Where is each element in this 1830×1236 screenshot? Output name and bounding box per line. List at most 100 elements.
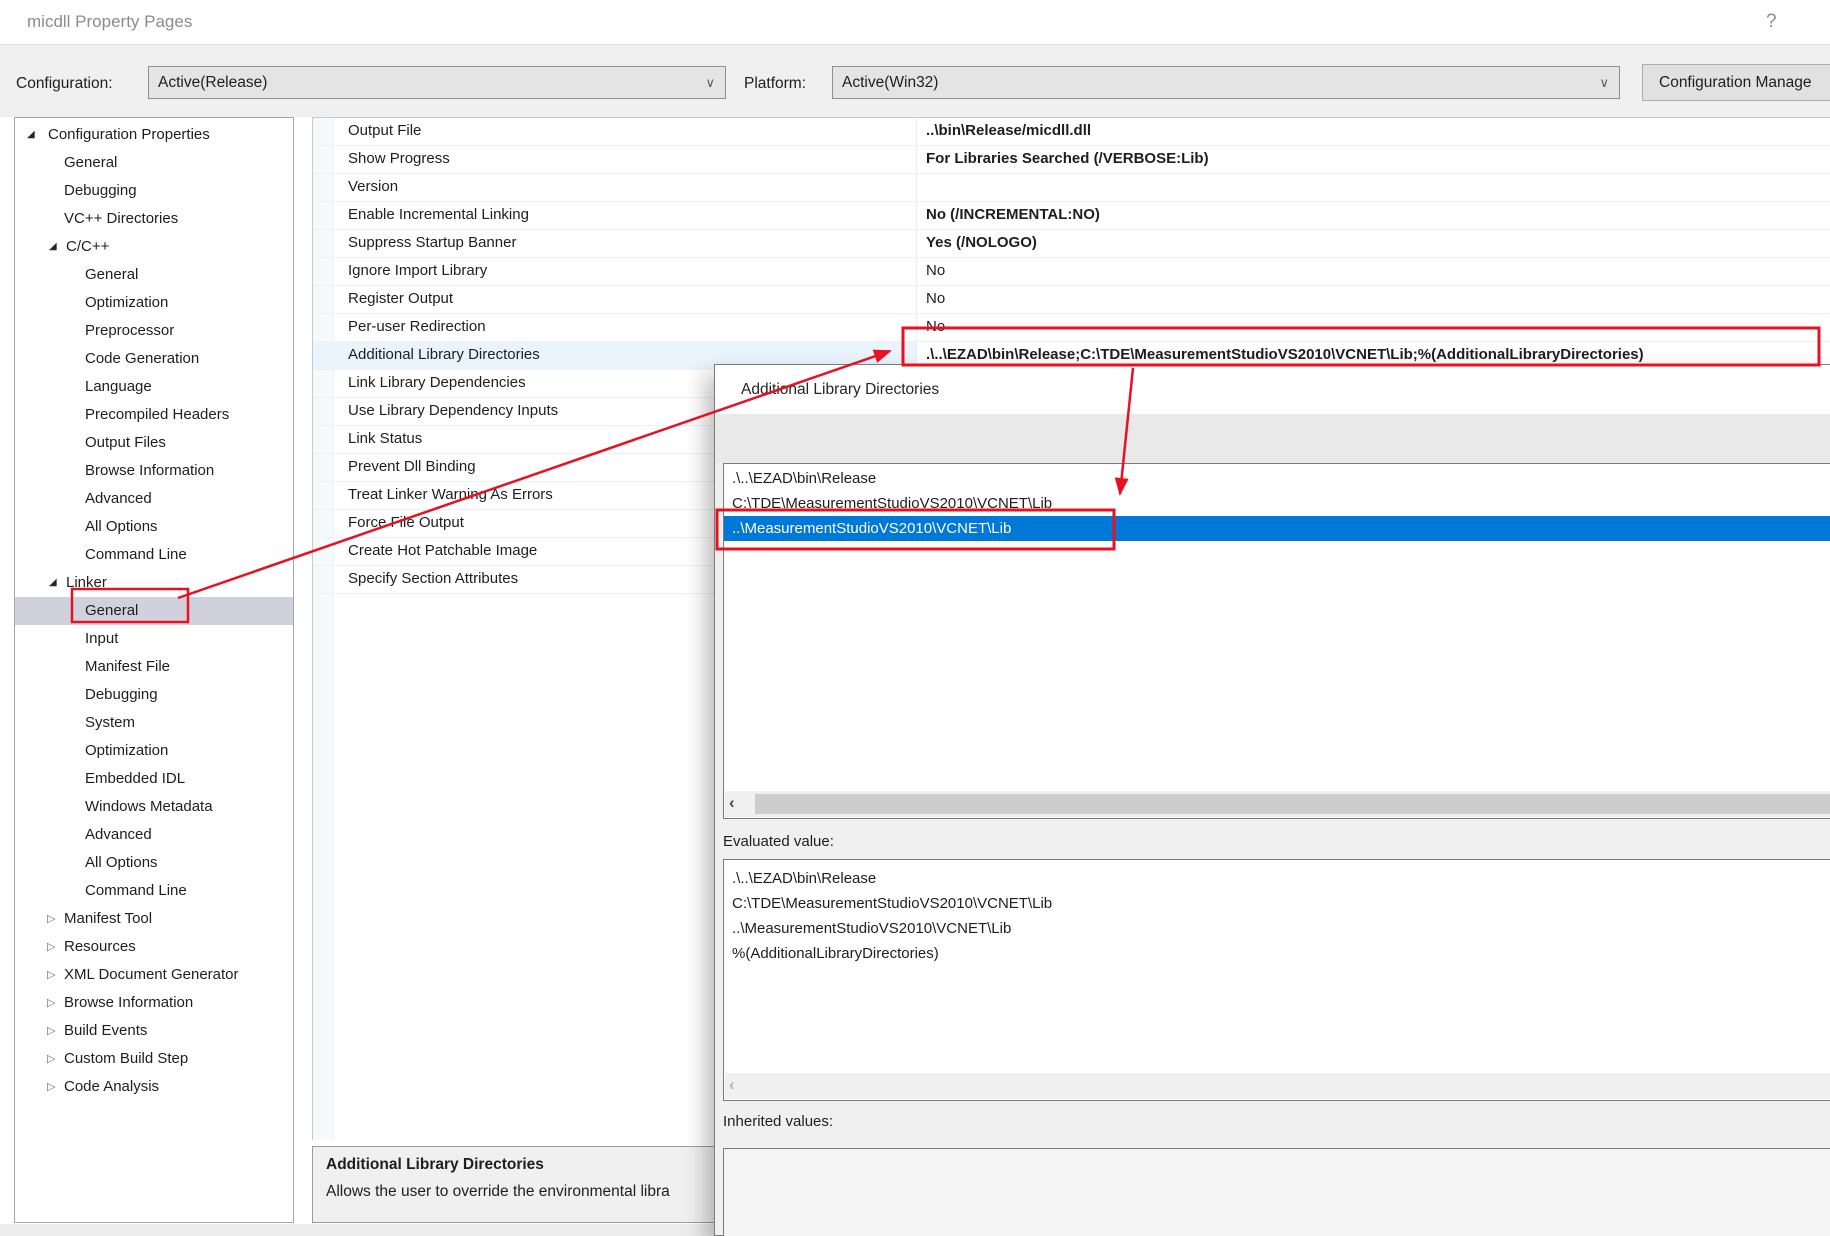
expander-open-icon[interactable]: ◢ [27, 121, 35, 149]
dialog-toolbar-band [715, 414, 1830, 463]
platform-dropdown-value: Active(Win32) [842, 67, 938, 98]
property-name[interactable]: Version [313, 174, 916, 201]
property-row-output-file: Output File..\bin\Release/micdll.dll [313, 118, 1830, 146]
property-value[interactable] [916, 174, 1830, 201]
sidebar-item-system[interactable]: System [15, 709, 293, 737]
sidebar-item-c-cpp-general[interactable]: General [15, 261, 293, 289]
sidebar-item-browse-information-2[interactable]: ▷Browse Information [15, 989, 293, 1017]
horizontal-scrollbar[interactable]: ‹ [725, 791, 1830, 817]
expander-open-icon[interactable]: ◢ [49, 233, 57, 261]
sidebar-item-manifest-file[interactable]: Manifest File [15, 653, 293, 681]
configuration-bar: Configuration: Active(Release) ∨ Platfor… [0, 45, 1830, 117]
sidebar-item-c-cpp[interactable]: ◢C/C++ [15, 233, 293, 261]
property-value[interactable]: No [916, 286, 1830, 313]
property-value[interactable]: No [916, 314, 1830, 341]
sidebar-item-linker-input[interactable]: Input [15, 625, 293, 653]
window-titlebar: micdll Property Pages ? [0, 0, 1830, 45]
sidebar-item-linker-general[interactable]: General [15, 597, 293, 625]
sidebar-item-linker-optimization[interactable]: Optimization [15, 737, 293, 765]
property-value[interactable]: Yes (/NOLOGO) [916, 230, 1830, 257]
property-name[interactable]: Suppress Startup Banner [313, 230, 916, 257]
property-value[interactable]: ..\bin\Release/micdll.dll [916, 118, 1830, 145]
sidebar-item-custom-build-step[interactable]: ▷Custom Build Step [15, 1045, 293, 1073]
sidebar-item-linker[interactable]: ◢Linker [15, 569, 293, 597]
sidebar-item-c-cpp-all-options[interactable]: All Options [15, 513, 293, 541]
configuration-dropdown[interactable]: Active(Release) ∨ [148, 66, 726, 99]
expander-closed-icon[interactable]: ▷ [47, 933, 55, 961]
additional-library-directories-dialog: Additional Library Directories .\..\EZAD… [714, 364, 1830, 1236]
sidebar-item-debugging[interactable]: Debugging [15, 177, 293, 205]
window-title: micdll Property Pages [27, 0, 192, 44]
property-row-per-user-redirection: Per-user RedirectionNo [313, 314, 1830, 342]
configuration-tree: ◢Configuration Properties General Debugg… [14, 117, 294, 1223]
sidebar-item-linker-all-options[interactable]: All Options [15, 849, 293, 877]
sidebar-item-resources[interactable]: ▷Resources [15, 933, 293, 961]
list-item-selected[interactable]: ..\MeasurementStudioVS2010\VCNET\Lib [724, 516, 1830, 541]
property-row-enable-incremental-linking: Enable Incremental LinkingNo (/INCREMENT… [313, 202, 1830, 230]
inherited-values-label: Inherited values: [723, 1113, 833, 1130]
horizontal-scrollbar-disabled[interactable]: ‹ [725, 1073, 1830, 1099]
sidebar-item-c-cpp-optimization[interactable]: Optimization [15, 289, 293, 317]
property-value[interactable]: No [916, 258, 1830, 285]
scroll-left-icon: ‹ [729, 1073, 735, 1097]
sidebar-item-embedded-idl[interactable]: Embedded IDL [15, 765, 293, 793]
property-row-ignore-import-library: Ignore Import LibraryNo [313, 258, 1830, 286]
expander-closed-icon[interactable]: ▷ [47, 961, 55, 989]
expander-closed-icon[interactable]: ▷ [47, 1045, 55, 1073]
platform-dropdown[interactable]: Active(Win32) ∨ [832, 66, 1620, 99]
property-value[interactable]: No (/INCREMENTAL:NO) [916, 202, 1830, 229]
property-row-version: Version [313, 174, 1830, 202]
sidebar-item-configuration-properties[interactable]: ◢Configuration Properties [15, 121, 293, 149]
sidebar-item-windows-metadata[interactable]: Windows Metadata [15, 793, 293, 821]
property-row-show-progress: Show ProgressFor Libraries Searched (/VE… [313, 146, 1830, 174]
expander-closed-icon[interactable]: ▷ [47, 905, 55, 933]
expander-open-icon[interactable]: ◢ [49, 569, 57, 597]
sidebar-item-build-events[interactable]: ▷Build Events [15, 1017, 293, 1045]
property-name[interactable]: Ignore Import Library [313, 258, 916, 285]
evaluated-line: ..\MeasurementStudioVS2010\VCNET\Lib [724, 916, 1830, 941]
dialog-title: Additional Library Directories [741, 365, 939, 414]
property-name[interactable]: Output File [313, 118, 916, 145]
sidebar-item-linker-command-line[interactable]: Command Line [15, 877, 293, 905]
property-name[interactable]: Show Progress [313, 146, 916, 173]
sidebar-item-xml-document-generator[interactable]: ▷XML Document Generator [15, 961, 293, 989]
property-name[interactable]: Enable Incremental Linking [313, 202, 916, 229]
configuration-dropdown-value: Active(Release) [158, 67, 267, 98]
evaluated-value-box: .\..\EZAD\bin\Release C:\TDE\Measurement… [723, 859, 1830, 1101]
sidebar-item-preprocessor[interactable]: Preprocessor [15, 317, 293, 345]
description-text: Allows the user to override the environm… [326, 1183, 670, 1201]
list-item[interactable]: C:\TDE\MeasurementStudioVS2010\VCNET\Lib [724, 491, 1830, 516]
sidebar-item-code-generation[interactable]: Code Generation [15, 345, 293, 373]
property-name[interactable]: Register Output [313, 286, 916, 313]
property-row-suppress-startup-banner: Suppress Startup BannerYes (/NOLOGO) [313, 230, 1830, 258]
property-name[interactable]: Per-user Redirection [313, 314, 916, 341]
sidebar-item-c-cpp-command-line[interactable]: Command Line [15, 541, 293, 569]
sidebar-item-general[interactable]: General [15, 149, 293, 177]
scroll-left-icon[interactable]: ‹ [729, 791, 735, 815]
sidebar-item-manifest-tool[interactable]: ▷Manifest Tool [15, 905, 293, 933]
expander-closed-icon[interactable]: ▷ [47, 1017, 55, 1045]
help-icon[interactable]: ? [1766, 0, 1777, 44]
property-row-register-output: Register OutputNo [313, 286, 1830, 314]
dialog-titlebar: Additional Library Directories [715, 365, 1830, 414]
sidebar-item-code-analysis[interactable]: ▷Code Analysis [15, 1073, 293, 1101]
sidebar-item-linker-advanced[interactable]: Advanced [15, 821, 293, 849]
description-title: Additional Library Directories [326, 1156, 544, 1174]
expander-closed-icon[interactable]: ▷ [47, 989, 55, 1017]
expander-closed-icon[interactable]: ▷ [47, 1073, 55, 1101]
sidebar-item-browse-information[interactable]: Browse Information [15, 457, 293, 485]
sidebar-item-vc-directories[interactable]: VC++ Directories [15, 205, 293, 233]
configuration-manager-button[interactable]: Configuration Manage [1642, 64, 1830, 101]
scrollbar-thumb[interactable] [755, 794, 1830, 814]
sidebar-item-linker-debugging[interactable]: Debugging [15, 681, 293, 709]
inherited-values-box [723, 1148, 1830, 1236]
list-item[interactable]: .\..\EZAD\bin\Release [724, 466, 1830, 491]
evaluated-line: C:\TDE\MeasurementStudioVS2010\VCNET\Lib [724, 891, 1830, 916]
platform-label: Platform: [744, 67, 806, 100]
sidebar-item-output-files[interactable]: Output Files [15, 429, 293, 457]
sidebar-item-language[interactable]: Language [15, 373, 293, 401]
sidebar-item-c-cpp-advanced[interactable]: Advanced [15, 485, 293, 513]
property-value[interactable]: For Libraries Searched (/VERBOSE:Lib) [916, 146, 1830, 173]
chevron-down-icon: ∨ [705, 67, 715, 98]
sidebar-item-precompiled-headers[interactable]: Precompiled Headers [15, 401, 293, 429]
